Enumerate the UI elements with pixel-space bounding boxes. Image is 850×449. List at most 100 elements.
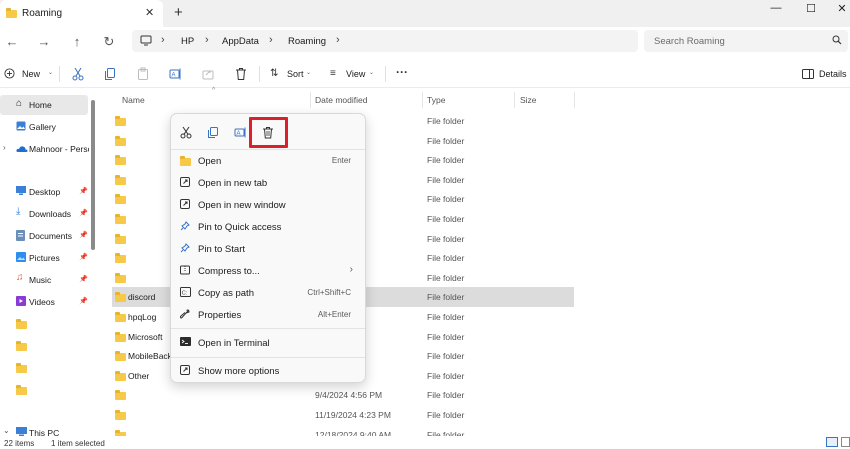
close-window-button[interactable]: ✕ <box>832 2 850 16</box>
up-button[interactable]: ↑ <box>69 34 85 50</box>
back-button[interactable]: ← <box>4 34 20 50</box>
sidebar-item-label: Gallery <box>29 122 56 132</box>
file-type: File folder <box>427 312 465 322</box>
sidebar-item-desktop[interactable]: Desktop 📌 <box>0 182 90 202</box>
delete-highlight-box <box>249 117 288 148</box>
menu-item-label: Open in Terminal <box>198 338 270 349</box>
sidebar-item-pictures[interactable]: Pictures 📌 <box>0 248 90 268</box>
new-tab-button[interactable]: + <box>174 4 183 21</box>
menu-item-compress[interactable]: Compress to... › <box>175 261 361 281</box>
paste-icon[interactable] <box>137 67 149 81</box>
sidebar-item-folder[interactable] <box>0 314 90 334</box>
column-header-date[interactable]: Date modified <box>315 95 367 105</box>
cut-button[interactable] <box>173 122 199 144</box>
view-button[interactable]: ≡ View ⌄ <box>330 67 376 81</box>
refresh-button[interactable]: ↻ <box>101 34 117 50</box>
maximize-button[interactable]: ☐ <box>801 2 821 16</box>
table-row[interactable]: 9/4/2024 4:56 PM File folder <box>112 385 574 405</box>
sidebar-item-documents[interactable]: Documents 📌 <box>0 226 90 246</box>
menu-item-open-terminal[interactable]: Open in Terminal <box>175 333 361 353</box>
folder-icon <box>115 135 126 146</box>
new-button[interactable]: New ⌄ <box>4 67 53 81</box>
menu-item-open[interactable]: Open Enter <box>175 151 361 171</box>
sidebar-item-videos[interactable]: Videos 📌 <box>0 292 90 312</box>
breadcrumb-roaming[interactable]: Roaming <box>288 36 326 47</box>
tiles-view-button[interactable] <box>841 437 850 447</box>
chevron-down-icon: ⌄ <box>369 70 375 76</box>
documents-icon <box>16 230 25 241</box>
tab-roaming[interactable]: Roaming ✕ <box>0 0 163 27</box>
chevron-right-icon[interactable]: › <box>3 143 6 152</box>
sidebar-item-music[interactable]: ♫ Music 📌 <box>0 270 90 290</box>
pictures-icon <box>16 252 26 262</box>
pin-icon <box>180 221 190 231</box>
file-type: File folder <box>427 351 465 362</box>
sidebar-item-folder[interactable] <box>0 358 90 378</box>
chevron-down-icon: ⌄ <box>48 70 54 76</box>
breadcrumb-hp[interactable]: HP <box>181 36 194 47</box>
details-view-button[interactable] <box>826 437 838 447</box>
rename-icon: A <box>234 127 245 138</box>
chevron-down-icon[interactable]: ⌄ <box>3 426 10 435</box>
chevron-right-icon[interactable]: › <box>336 34 340 46</box>
copy-icon[interactable] <box>104 67 116 81</box>
sidebar-item-onedrive[interactable]: › Mahnoor - Perso <box>0 139 90 159</box>
address-bar[interactable]: › HP › AppData › Roaming › <box>132 30 638 52</box>
breadcrumb-appdata[interactable]: AppData <box>222 36 259 47</box>
terminal-icon <box>180 337 191 346</box>
details-button[interactable]: Details <box>802 68 848 82</box>
search-box[interactable]: Search Roaming <box>644 30 848 52</box>
chevron-right-icon: › <box>349 264 353 275</box>
music-icon: ♫ <box>16 272 24 283</box>
sidebar-item-folder[interactable] <box>0 336 90 356</box>
sidebar-item-gallery[interactable]: Gallery <box>0 117 90 137</box>
file-date: 9/4/2024 4:56 PM <box>315 390 383 401</box>
column-divider[interactable] <box>514 92 515 108</box>
pin-icon[interactable]: 📌 <box>79 209 88 217</box>
menu-item-show-more-options[interactable]: Show more options <box>175 361 361 381</box>
column-header-name[interactable]: Name <box>122 95 145 105</box>
column-header-type[interactable]: Type <box>427 95 445 105</box>
file-type: File folder <box>427 253 465 264</box>
copy-button[interactable] <box>200 122 226 144</box>
column-header-size[interactable]: Size <box>520 95 537 105</box>
rename-icon[interactable]: A <box>169 67 182 81</box>
sidebar-scrollbar[interactable] <box>91 100 95 250</box>
more-options-button[interactable]: ··· <box>396 65 408 79</box>
sidebar-item-home[interactable]: ⌂ Home <box>0 95 88 115</box>
folder-icon <box>16 385 27 395</box>
column-divider[interactable] <box>574 92 575 108</box>
pin-icon[interactable]: 📌 <box>79 187 88 195</box>
folder-icon <box>115 312 126 322</box>
forward-button[interactable]: → <box>36 34 52 50</box>
search-input[interactable]: Search Roaming <box>654 36 725 47</box>
sidebar-item-downloads[interactable]: ⤓ Downloads 📌 <box>0 204 90 224</box>
share-icon[interactable] <box>202 67 215 81</box>
pin-icon[interactable]: 📌 <box>79 253 88 261</box>
new-label: New <box>22 69 41 79</box>
menu-item-pin-start[interactable]: Pin to Start <box>175 239 361 259</box>
menu-item-pin-quick-access[interactable]: Pin to Quick access <box>175 217 361 237</box>
cut-icon[interactable] <box>72 67 84 81</box>
sort-ascending-icon: ^ <box>212 87 216 94</box>
pin-icon[interactable]: 📌 <box>79 297 88 305</box>
chevron-down-icon: ⌄ <box>306 70 312 76</box>
menu-item-copy-path[interactable]: C: Copy as path Ctrl+Shift+C <box>175 283 361 303</box>
svg-text:C:: C: <box>182 291 188 297</box>
menu-item-properties[interactable]: Properties Alt+Enter <box>175 305 361 325</box>
sidebar-item-folder[interactable] <box>0 380 90 400</box>
menu-item-open-new-tab[interactable]: Open in new tab <box>175 173 361 193</box>
minimize-button[interactable]: — <box>766 2 786 16</box>
table-row[interactable]: 11/19/2024 4:23 PM File folder <box>112 405 574 425</box>
delete-icon[interactable] <box>235 67 247 81</box>
menu-item-label: Show more options <box>198 366 280 377</box>
folder-icon <box>115 331 126 342</box>
column-divider[interactable] <box>422 92 423 108</box>
close-tab-icon[interactable]: ✕ <box>145 6 154 19</box>
sort-button[interactable]: ⇅ Sort ⌄ <box>270 67 314 81</box>
pin-icon[interactable]: 📌 <box>79 231 88 239</box>
menu-item-open-new-window[interactable]: Open in new window <box>175 195 361 215</box>
column-divider[interactable] <box>310 92 311 108</box>
search-icon[interactable] <box>832 35 842 45</box>
pin-icon[interactable]: 📌 <box>79 275 88 283</box>
